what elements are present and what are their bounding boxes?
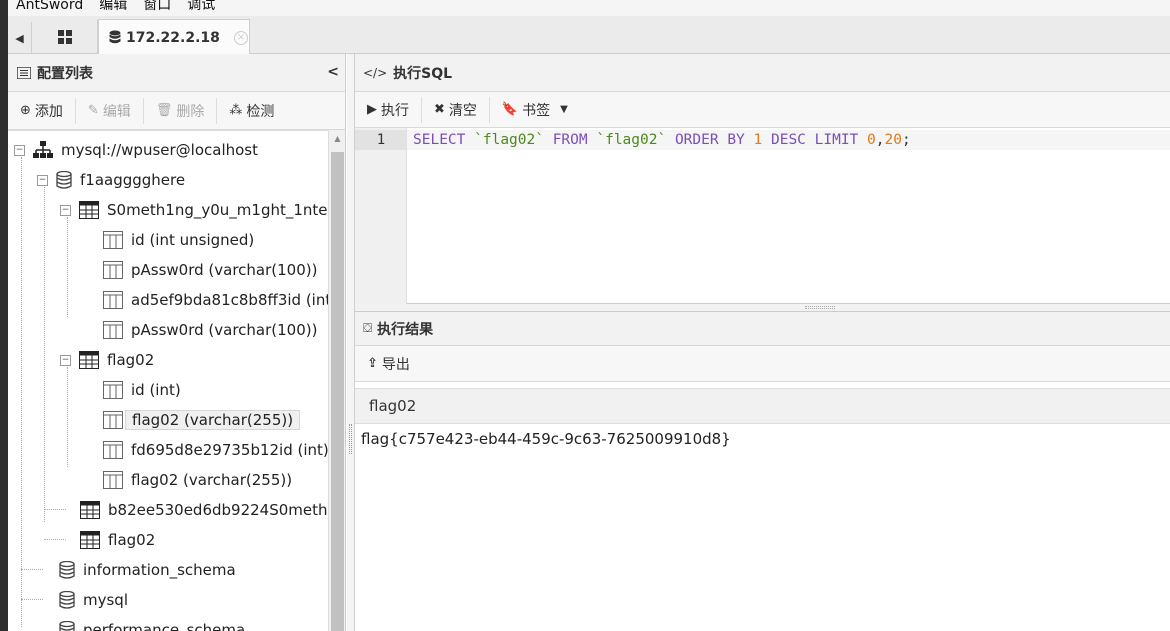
tree-column[interactable]: pAssw0rd (varchar(100)) — [103, 317, 317, 343]
collapse-toggle-icon[interactable]: − — [37, 174, 48, 186]
result-toolbar: ⇪ 导出 — [355, 346, 1170, 382]
column-icon — [103, 291, 123, 309]
database-icon — [59, 561, 75, 579]
antsword-window: AntSword 编辑 窗口 调试 ◀ 172.22.2.18 × 配置列表 <… — [8, 0, 1170, 631]
collapse-chevron-icon[interactable]: < — [327, 64, 339, 80]
config-toolbar: ⊕ 添加 ✎ 编辑 🗑 删除 ⁂ 检测 — [8, 92, 345, 130]
list-icon — [17, 66, 31, 79]
delete-button[interactable]: 🗑 删除 — [144, 97, 218, 124]
config-list-header: 配置列表 < — [8, 54, 345, 92]
tree-connection-label: mysql://wpuser@localhost — [61, 141, 258, 159]
sql-header: </> 执行SQL — [355, 54, 1170, 92]
table-icon — [79, 201, 99, 219]
tree-column[interactable]: ad5ef9bda81c8b8ff3id (int — [103, 287, 328, 313]
column-icon — [103, 411, 123, 429]
bookmark-button[interactable]: 🔖 书签 ▼ — [490, 97, 580, 123]
result-column-header[interactable]: flag02 — [355, 388, 1170, 424]
tree-database[interactable]: − f1aagggghere — [37, 167, 185, 193]
tab-home[interactable] — [32, 20, 98, 54]
collapse-toggle-icon[interactable]: − — [60, 354, 71, 366]
database-icon — [59, 621, 75, 631]
database-tree: − mysql://wpuser@localhost − f1aaggggher… — [8, 130, 328, 631]
column-icon — [103, 381, 123, 399]
tree-database[interactable]: information_schema — [59, 557, 236, 583]
export-button[interactable]: ⇪ 导出 — [355, 351, 422, 377]
play-icon: ▶ — [367, 102, 377, 117]
tree-table[interactable]: flag02 — [80, 527, 155, 553]
upload-icon: ⇪ — [367, 356, 378, 371]
column-icon — [103, 471, 123, 489]
caret-down-icon: ▼ — [560, 104, 568, 115]
panel-resize-handle[interactable] — [347, 54, 354, 631]
result-cell[interactable]: flag{c757e423-eb44-459c-9c63-7625009910d… — [361, 430, 731, 448]
result-header: ⛋ 执行结果 — [355, 312, 1170, 346]
tree-column[interactable]: flag02 (varchar(255)) — [103, 467, 292, 493]
tree-scrollbar[interactable]: ▲ — [328, 130, 345, 631]
editor-result-splitter[interactable] — [355, 304, 1170, 312]
tab-bar: ◀ 172.22.2.18 × — [8, 16, 1170, 55]
execute-button[interactable]: ▶ 执行 — [355, 96, 422, 123]
config-list-panel: 配置列表 < ⊕ 添加 ✎ 编辑 🗑 删除 ⁂ 检测 − mysql://wpu… — [8, 54, 346, 631]
menu-window[interactable]: 窗口 — [135, 0, 179, 12]
tree-database[interactable]: mysql — [59, 587, 128, 613]
bookmark-icon: 🔖 — [501, 102, 519, 117]
inbox-icon: ⛋ — [363, 321, 373, 335]
menu-antsword[interactable]: AntSword — [8, 0, 91, 12]
sql-toolbar: ▶ 执行 ✖ 清空 🔖 书签 ▼ — [355, 92, 1170, 128]
edit-button[interactable]: ✎ 编辑 — [76, 97, 144, 124]
code-icon: </> — [363, 65, 388, 80]
collapse-toggle-icon[interactable]: − — [14, 144, 25, 156]
tree-connection[interactable]: − mysql://wpuser@localhost — [14, 137, 258, 163]
tree-database[interactable]: performance_schema — [59, 617, 245, 631]
caret-left-icon: ◀ — [15, 31, 24, 45]
column-icon — [103, 321, 123, 339]
tree-table[interactable]: − flag02 — [60, 347, 154, 373]
tree-column-selected[interactable]: flag02 (varchar(255)) — [103, 407, 301, 433]
sql-panel: </> 执行SQL ▶ 执行 ✖ 清空 🔖 书签 ▼ 1 SELECT `fla… — [354, 54, 1170, 631]
sql-code-line[interactable]: SELECT `flag02` FROM `flag02` ORDER BY 1… — [407, 130, 1170, 150]
spinner-icon: ⁂ — [229, 103, 243, 118]
menu-debug[interactable]: 调试 — [179, 0, 223, 12]
tree-column[interactable]: id (int unsigned) — [103, 227, 254, 253]
tree-table[interactable]: b82ee530ed6db9224S0meth1 — [80, 497, 328, 523]
sql-editor[interactable]: 1 SELECT `flag02` FROM `flag02` ORDER BY… — [355, 128, 1170, 304]
pencil-icon: ✎ — [87, 103, 99, 118]
menu-bar: AntSword 编辑 窗口 调试 — [8, 0, 1170, 16]
window-edge — [0, 0, 8, 631]
tab-connection[interactable]: 172.22.2.18 × — [98, 19, 250, 55]
table-icon — [80, 501, 100, 519]
grid-icon — [57, 30, 72, 44]
column-icon — [103, 441, 123, 459]
scroll-thumb[interactable] — [331, 152, 344, 631]
table-icon — [80, 531, 100, 549]
tab-connection-label: 172.22.2.18 — [126, 29, 220, 46]
test-button[interactable]: ⁂ 检测 — [217, 98, 286, 124]
sitemap-icon — [33, 141, 53, 158]
database-icon — [56, 171, 72, 189]
database-icon — [109, 30, 121, 44]
database-icon — [59, 591, 75, 609]
menu-edit[interactable]: 编辑 — [91, 0, 135, 12]
collapse-toggle-icon[interactable]: − — [60, 204, 71, 216]
add-button[interactable]: ⊕ 添加 — [8, 97, 76, 124]
config-list-title: 配置列表 — [37, 65, 93, 82]
scroll-up-icon[interactable]: ▲ — [329, 130, 346, 147]
trash-icon: 🗑 — [155, 103, 173, 118]
column-icon — [103, 231, 123, 249]
tree-column[interactable]: pAssw0rd (varchar(100)) — [103, 257, 317, 283]
tab-scroll-left-button[interactable]: ◀ — [8, 22, 32, 54]
clear-button[interactable]: ✖ 清空 — [422, 96, 490, 123]
plus-circle-icon: ⊕ — [20, 103, 31, 118]
tab-close-icon[interactable]: × — [233, 30, 248, 45]
tree-column[interactable]: id (int) — [103, 377, 181, 403]
table-icon — [79, 351, 99, 369]
tree-table[interactable]: − S0meth1ng_y0u_m1ght_1nter — [60, 197, 328, 223]
tree-column[interactable]: fd695d8e29735b12id (int) — [103, 437, 328, 463]
editor-gutter: 1 — [355, 128, 407, 304]
line-number: 1 — [355, 130, 407, 150]
column-icon — [103, 261, 123, 279]
x-icon: ✖ — [434, 102, 445, 117]
